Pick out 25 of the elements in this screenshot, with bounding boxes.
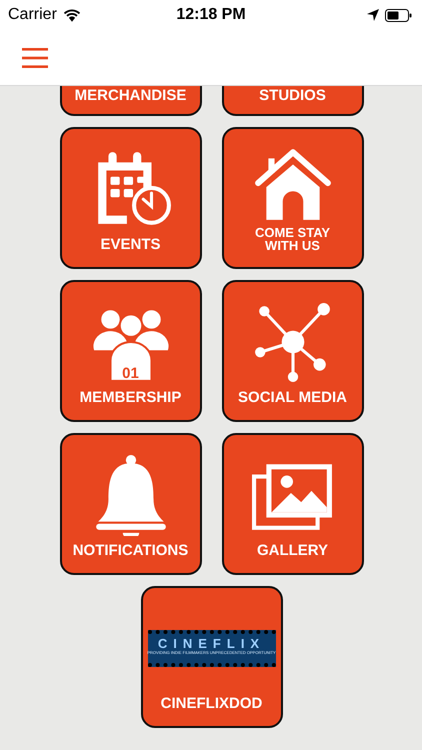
menu-tile[interactable]: GALLERY — [222, 433, 364, 575]
tile-label: STUDIOS — [259, 88, 326, 104]
carrier-name: Carrier — [8, 6, 57, 24]
menu-icon[interactable] — [22, 48, 48, 68]
menu-tile[interactable]: COME STAY WITH US — [222, 127, 364, 269]
menu-tile[interactable]: EVENTS — [60, 127, 202, 269]
tile-label: SOCIAL MEDIA — [238, 390, 347, 406]
tile-label: COME STAY WITH US — [254, 226, 330, 253]
logo-title: CINEFLIX — [158, 636, 266, 651]
menu-tile[interactable]: MERCHANDISE — [60, 86, 202, 116]
tile-label: MEMBERSHIP — [80, 390, 182, 406]
menu-tile[interactable]: SOCIAL MEDIA — [222, 280, 364, 422]
member-number: 01 — [122, 365, 139, 382]
menu-tile[interactable]: 01 MEMBERSHIP — [60, 280, 202, 422]
tile-label: NOTIFICATIONS — [72, 543, 188, 559]
tile-label: EVENTS — [100, 237, 160, 253]
wifi-icon — [62, 8, 81, 22]
tile-label: CINEFLIXDOD — [160, 696, 262, 712]
menu-tile[interactable]: STUDIOS — [222, 86, 364, 116]
tile-label: MERCHANDISE — [74, 88, 186, 104]
clock-time: 12:18 PM — [176, 6, 246, 24]
battery-icon — [385, 8, 412, 22]
menu-tile[interactable]: NOTIFICATIONS — [60, 433, 202, 575]
location-arrow-icon — [367, 9, 379, 21]
tile-label: GALLERY — [256, 543, 328, 559]
